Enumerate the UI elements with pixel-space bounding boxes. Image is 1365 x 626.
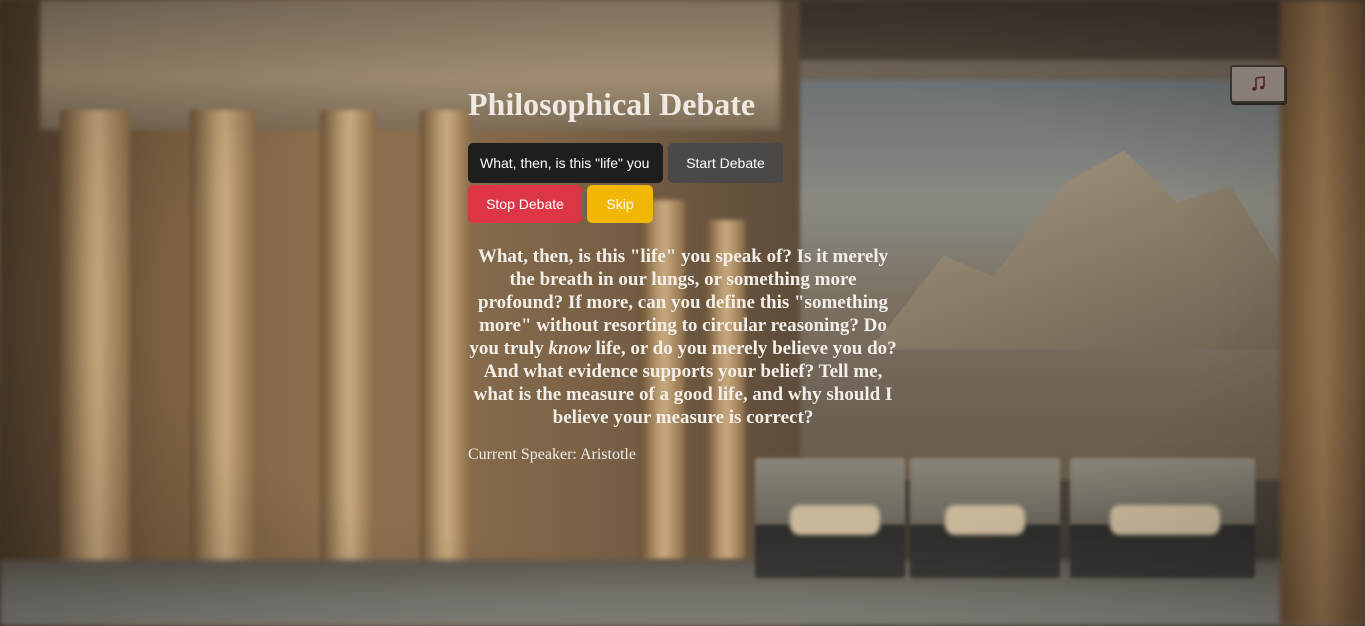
debate-panel: Philosophical Debate Start Debate Stop D… [468,85,898,464]
debate-controls: Start Debate Stop Debate Skip [468,143,898,223]
topic-input[interactable] [468,143,663,183]
argument-emphasis: know [548,338,591,359]
start-debate-button[interactable]: Start Debate [668,143,783,183]
current-speaker-name: Aristotle [579,446,636,463]
current-speaker: Current Speaker: Aristotle [468,446,898,464]
controls-row-secondary: Stop Debate Skip [468,185,898,223]
music-note-icon [1252,76,1265,91]
current-speaker-label: Current Speaker: [468,446,580,463]
skip-button[interactable]: Skip [587,185,653,223]
music-toggle-button[interactable] [1230,65,1286,103]
page-title: Philosophical Debate [468,86,756,122]
current-argument-text: What, then, is this "life" you speak of?… [468,245,898,429]
controls-row-primary: Start Debate [468,143,898,183]
stop-debate-button[interactable]: Stop Debate [468,185,582,223]
